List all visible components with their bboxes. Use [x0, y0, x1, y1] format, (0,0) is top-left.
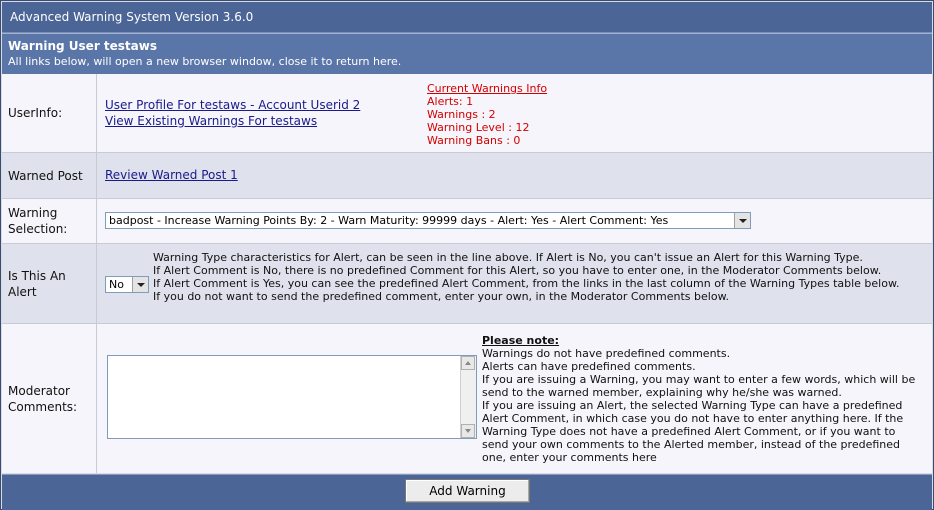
alert-selected: No — [109, 278, 124, 291]
alert-help-line: Warning Type characteristics for Alert, … — [153, 251, 863, 264]
page-title: Warning User testaws — [8, 39, 157, 53]
scroll-down-icon[interactable] — [461, 424, 475, 438]
review-warned-post-link[interactable]: Review Warned Post 1 — [105, 168, 238, 182]
warning-level: Warning Level : 12 — [427, 121, 530, 134]
alert-help-line: If Alert Comment is No, there is no pred… — [153, 264, 882, 277]
textarea-scrollbar[interactable] — [460, 356, 476, 438]
moderator-note: Please note: Warnings do not have predef… — [482, 334, 922, 464]
page-subtitle: All links below, will open a new browser… — [8, 55, 402, 68]
alert-select[interactable]: No — [105, 276, 149, 293]
alert-cell: No Warning Type characteristics for Aler… — [98, 244, 932, 323]
alert-help-line: If you do not want to send the predefine… — [153, 290, 730, 303]
warned-post-cell: Review Warned Post 1 — [98, 153, 932, 198]
warning-type-selected: badpost - Increase Warning Points By: 2 … — [109, 214, 669, 227]
moderator-comments-textarea[interactable] — [107, 355, 477, 439]
alert-label: Is This An Alert — [2, 244, 97, 323]
alerts-count: Alerts: 1 — [427, 95, 474, 108]
alert-help-line: If Alert Comment is Yes, you can see the… — [153, 277, 900, 290]
note-line: If you are issuing a Warning, you may wa… — [482, 373, 916, 399]
warning-bans: Warning Bans : 0 — [427, 134, 521, 147]
warned-post-row: Warned Post Review Warned Post 1 — [2, 153, 932, 199]
view-warnings-link[interactable]: View Existing Warnings For testaws — [105, 114, 317, 128]
alert-row: Is This An Alert No Warning Type charact… — [2, 244, 932, 324]
chevron-down-icon — [132, 277, 148, 292]
userinfo-cell: User Profile For testaws - Account Useri… — [98, 74, 932, 152]
title-bar: Advanced Warning System Version 3.6.0 — [2, 2, 932, 33]
user-profile-link[interactable]: User Profile For testaws - Account Useri… — [105, 98, 360, 112]
userinfo-row: UserInfo: User Profile For testaws - Acc… — [2, 74, 932, 153]
warning-selection-cell: badpost - Increase Warning Points By: 2 … — [98, 199, 932, 243]
warnings-count: Warnings : 2 — [427, 108, 496, 121]
note-line: Alerts can have predefined comments. — [482, 360, 696, 373]
add-warning-button[interactable]: Add Warning — [405, 479, 530, 503]
warning-selection-label: Warning Selection: — [2, 199, 97, 243]
warning-selection-row: Warning Selection: badpost - Increase Wa… — [2, 199, 932, 244]
aws-window: Advanced Warning System Version 3.6.0 Wa… — [0, 0, 934, 510]
note-title: Please note: — [482, 334, 560, 347]
warning-type-select[interactable]: badpost - Increase Warning Points By: 2 … — [105, 212, 751, 229]
current-warnings-info-link[interactable]: Current Warnings Info — [427, 82, 547, 95]
scroll-up-icon[interactable] — [461, 356, 475, 370]
alert-help-text: Warning Type characteristics for Alert, … — [153, 251, 928, 303]
moderator-comments-label: Moderator Comments: — [2, 324, 97, 473]
footer-bar: Add Warning — [2, 474, 932, 510]
window-title: Advanced Warning System Version 3.6.0 — [10, 10, 254, 24]
userinfo-label: UserInfo: — [2, 74, 97, 152]
note-line: Warnings do not have predefined comments… — [482, 347, 731, 360]
chevron-down-icon — [734, 213, 750, 228]
note-line: If you are issuing an Alert, the selecte… — [482, 399, 904, 464]
warned-post-label: Warned Post — [2, 153, 97, 198]
page-header: Warning User testaws All links below, wi… — [2, 33, 932, 75]
